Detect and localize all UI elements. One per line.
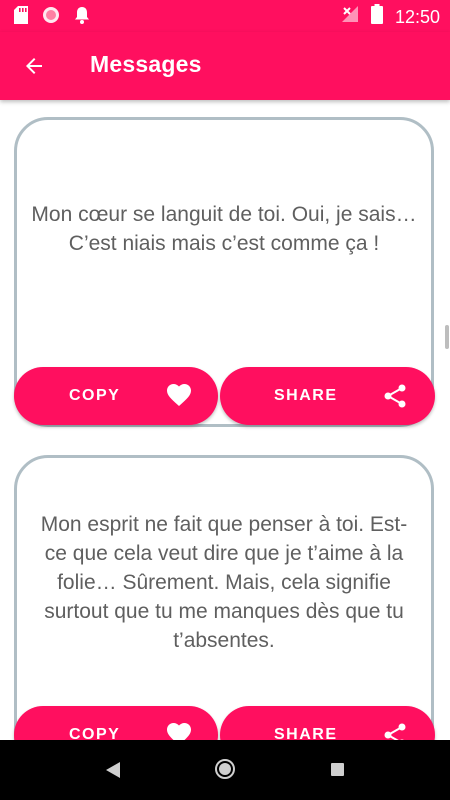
bell-icon — [74, 6, 90, 29]
nav-recents-icon[interactable] — [331, 763, 344, 776]
nav-home-dot — [219, 763, 231, 775]
copy-button-label: COPY — [69, 726, 121, 740]
screen: 12:50 Messages Mon cœur se languit de to… — [0, 0, 450, 800]
message-list[interactable]: Mon cœur se languit de toi. Oui, je sais… — [0, 100, 450, 740]
arrow-back-icon — [26, 58, 42, 74]
copy-button-label: COPY — [69, 387, 121, 404]
share-button-label: SHARE — [274, 387, 338, 404]
nav-back-icon[interactable] — [105, 761, 121, 784]
battery-icon — [370, 4, 383, 29]
copy-button[interactable]: COPY — [14, 367, 218, 425]
message-card: Mon esprit ne fait que penser à toi. Est… — [14, 455, 434, 740]
no-signal-icon — [341, 5, 359, 28]
scrollbar-thumb[interactable] — [445, 325, 449, 349]
share-button-label: SHARE — [274, 726, 338, 740]
share-icon — [383, 723, 407, 740]
sd-card-icon — [14, 6, 28, 29]
message-text: Mon esprit ne fait que penser à toi. Est… — [40, 513, 408, 652]
back-button[interactable] — [18, 50, 50, 82]
share-button[interactable]: SHARE — [220, 706, 435, 740]
nav-home-icon[interactable] — [215, 759, 235, 779]
navigation-bar — [0, 740, 450, 800]
heart-icon — [166, 383, 192, 412]
heart-icon — [166, 722, 192, 740]
status-bar: 12:50 — [0, 0, 450, 32]
message-text: Mon cœur se languit de toi. Oui, je sais… — [31, 203, 417, 255]
page-title: Messages — [90, 51, 202, 77]
copy-button[interactable]: COPY — [14, 706, 218, 740]
status-time: 12:50 — [394, 6, 440, 27]
share-icon — [383, 384, 407, 413]
circle-notification-icon — [42, 6, 60, 29]
app-bar: Messages — [0, 32, 450, 100]
share-button[interactable]: SHARE — [220, 367, 435, 425]
